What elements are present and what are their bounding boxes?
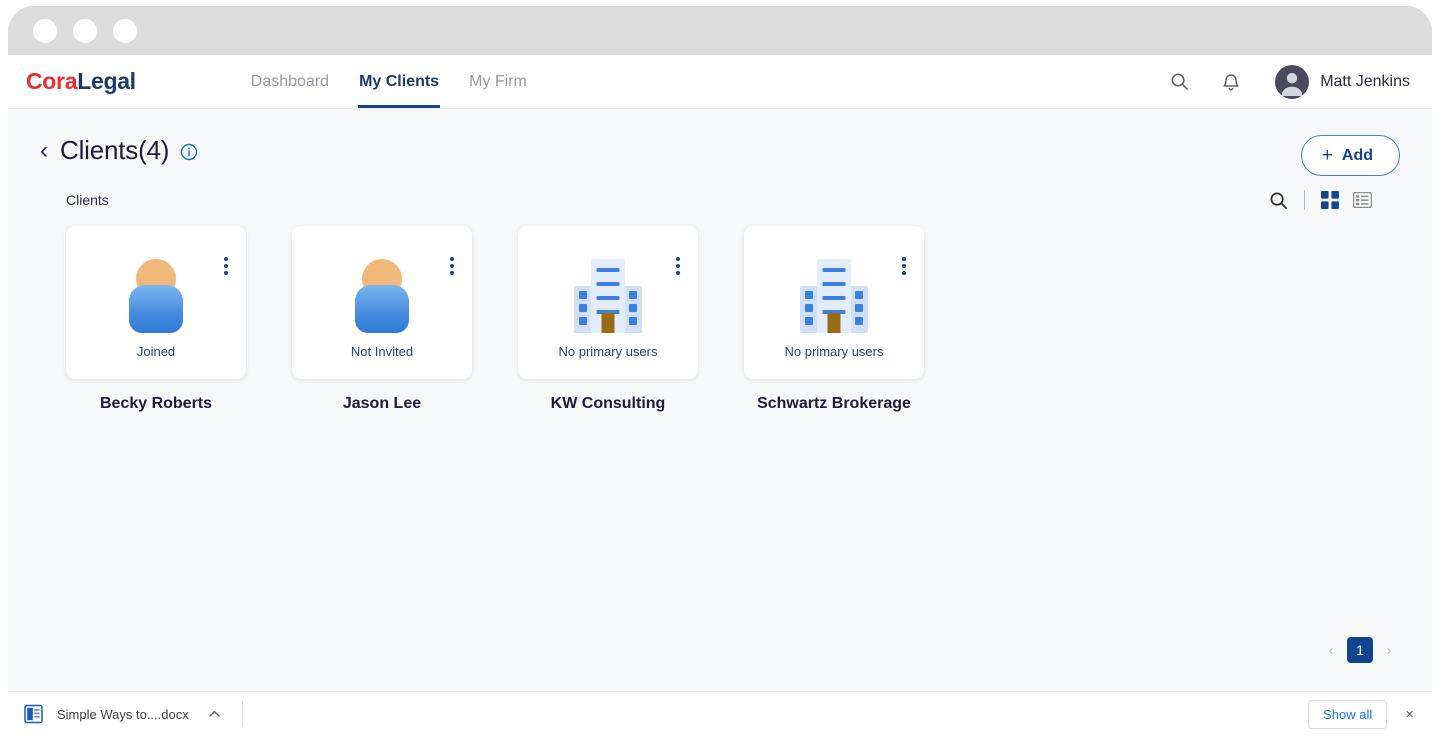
page-title: Clients(4) [60,135,170,165]
close-icon[interactable]: × [1401,704,1418,725]
search-icon[interactable] [1269,191,1288,210]
page-header: ‹ Clients(4) + Add [40,109,1400,176]
view-tools [1269,190,1400,210]
download-divider [241,701,243,727]
card-menu-icon[interactable] [902,257,906,275]
app-viewport: CoraLegal Dashboard My Clients My Firm M… [8,55,1432,736]
plus-icon: + [1321,145,1333,166]
nav-item-my-clients[interactable]: My Clients [358,55,441,108]
browser-window: CoraLegal Dashboard My Clients My Firm M… [8,6,1432,736]
client-name: Jason Lee [342,395,422,412]
card-menu-icon[interactable] [224,257,228,275]
client-name: KW Consulting [550,395,666,412]
pagination-prev[interactable]: ‹ [1324,642,1338,659]
chevron-up-icon[interactable] [209,707,220,721]
app-logo[interactable]: CoraLegal [26,68,136,95]
page-title-group: ‹ Clients(4) [40,135,198,166]
nav-item-my-firm[interactable]: My Firm [469,55,527,108]
card-menu-icon[interactable] [450,257,454,275]
client-card[interactable]: Joined [66,226,246,379]
app-header-actions: Matt Jenkins [1167,64,1410,99]
client-status: Joined [136,343,176,359]
client-name: Schwartz Brokerage [757,395,911,412]
download-file-name: Simple Ways to....docx [57,706,189,722]
section-label: Clients [66,192,109,208]
client-building-icon [800,251,868,333]
client-card[interactable]: Not Invited [292,226,472,379]
client-card-item: Joined Becky Roberts [66,226,246,413]
toolbar-divider [1304,190,1305,210]
window-close-dot[interactable] [33,18,57,43]
word-document-icon [24,704,43,724]
user-name: Matt Jenkins [1320,72,1410,90]
window-minimize-dot[interactable] [73,18,97,43]
client-card-item: No primary users Schwartz Brokerage [744,226,924,413]
client-card[interactable]: No primary users [518,226,698,379]
add-button[interactable]: + Add [1300,135,1400,176]
client-status: No primary users [558,343,658,359]
window-titlebar [8,6,1432,55]
pagination-page-1[interactable]: 1 [1347,637,1373,663]
download-bar: Simple Ways to....docx Show all × [8,691,1432,736]
avatar [1275,64,1310,99]
user-menu[interactable]: Matt Jenkins [1275,64,1410,99]
pagination: ‹ 1 › [1324,637,1396,663]
client-avatar-icon [355,251,409,333]
logo-text-second: Legal [77,68,136,94]
client-name: Becky Roberts [99,395,213,412]
back-chevron-icon[interactable]: ‹ [40,138,48,163]
notification-bell-icon[interactable] [1219,70,1243,94]
add-button-label: Add [1341,146,1373,164]
card-menu-icon[interactable] [676,257,680,275]
grid-view-icon[interactable] [1321,191,1339,209]
client-card-item: No primary users KW Consulting [518,226,698,413]
client-avatar-icon [129,251,183,333]
client-card-grid: Joined Becky Roberts Not Invited Jason L… [40,226,1400,413]
pagination-next[interactable]: › [1382,642,1396,659]
logo-text-first: Cora [26,68,78,94]
download-item[interactable]: Simple Ways to....docx [24,704,220,724]
nav-item-dashboard[interactable]: Dashboard [251,55,329,108]
main-nav: Dashboard My Clients My Firm [251,55,527,108]
page-content: ‹ Clients(4) + Add Clients Joined Becky … [8,109,1432,691]
client-status: No primary users [784,343,884,359]
search-icon[interactable] [1167,70,1191,94]
app-header: CoraLegal Dashboard My Clients My Firm M… [8,55,1432,109]
client-building-icon [574,251,642,333]
info-icon[interactable] [180,143,198,161]
client-card-item: Not Invited Jason Lee [292,226,472,413]
client-card[interactable]: No primary users [744,226,924,379]
show-all-downloads-button[interactable]: Show all [1308,699,1388,729]
section-toolbar: Clients [40,190,1400,210]
client-status: Not Invited [350,343,414,359]
download-bar-actions: Show all × [1308,699,1418,729]
list-view-icon[interactable] [1353,192,1372,208]
window-maximize-dot[interactable] [113,18,137,43]
